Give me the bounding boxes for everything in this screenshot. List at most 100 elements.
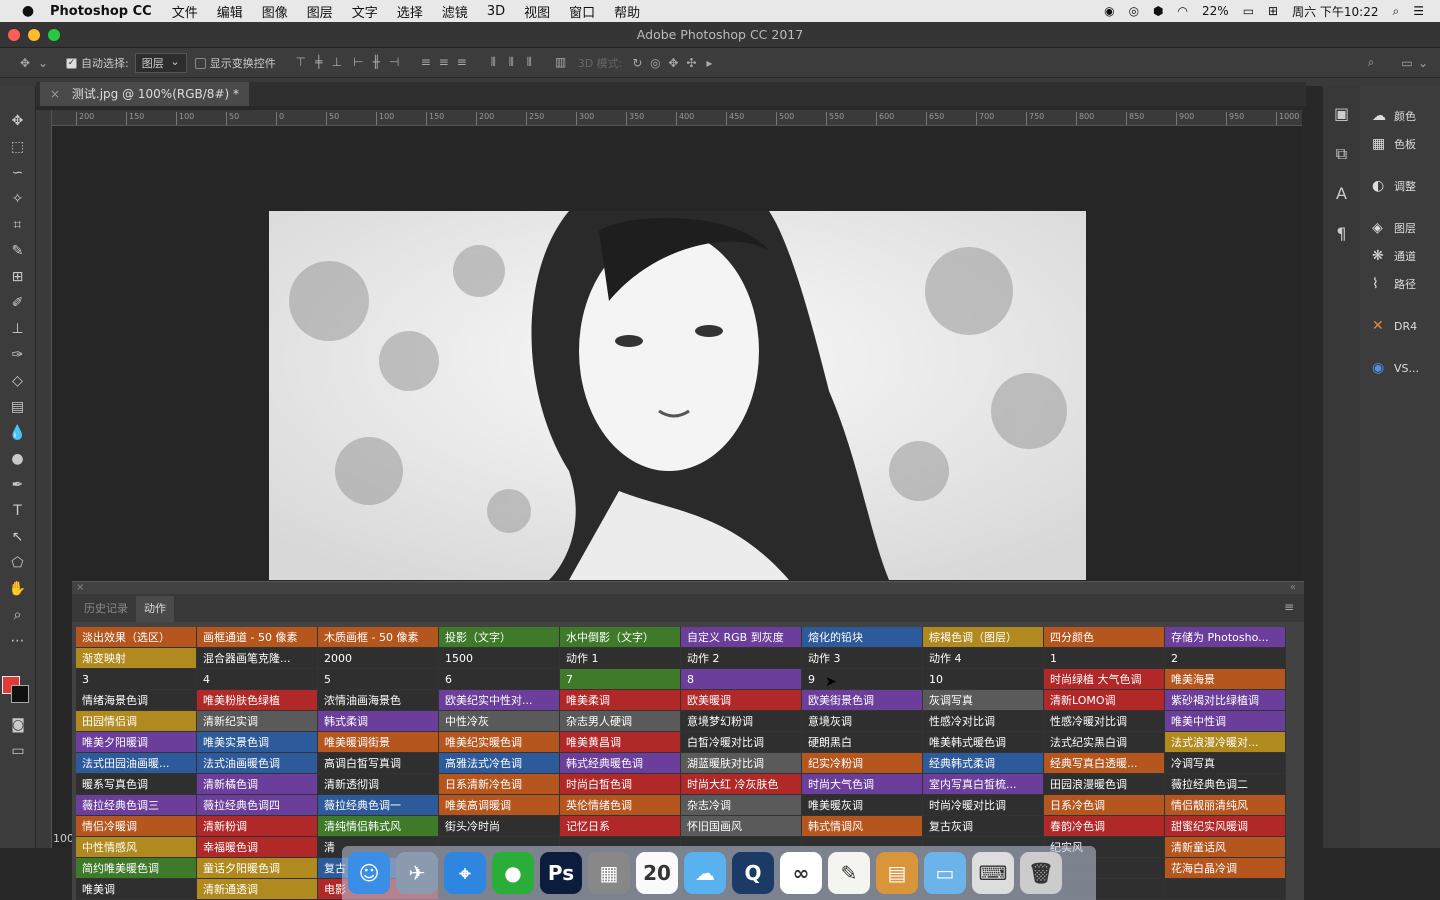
calculator-icon[interactable]: ▦ — [588, 852, 630, 894]
transform-controls-checkbox[interactable] — [194, 56, 210, 69]
keyboard-icon[interactable]: ⌨ — [972, 852, 1014, 894]
type-tool-icon[interactable]: T — [0, 498, 35, 524]
notification-center-icon[interactable]: ☰ — [1413, 4, 1424, 18]
action-button[interactable]: 情侣靓丽清纯风 — [1165, 795, 1286, 816]
battery-icon[interactable]: ▭ — [1243, 4, 1254, 18]
action-button[interactable]: 性感冷暖对比调 — [1044, 711, 1165, 732]
action-button[interactable]: 清新通透调 — [197, 879, 318, 900]
action-button[interactable]: 淡出效果（选区） — [76, 627, 197, 648]
action-button[interactable]: 田园情侣调 — [76, 711, 197, 732]
quick-mask-icon[interactable]: ◙ — [0, 712, 36, 738]
hand-tool-icon[interactable]: ✋ — [0, 576, 35, 602]
auto-align-icon[interactable]: ▥ — [552, 55, 570, 69]
panel-adjustments[interactable]: ◐ 调整 — [1360, 172, 1440, 200]
archive-icon[interactable]: ▤ — [876, 852, 918, 894]
action-button[interactable]: 花海白晶冷调 — [1165, 858, 1286, 879]
action-button[interactable]: 欧美暖调 — [681, 690, 802, 711]
action-button[interactable]: 春韵冷色调 — [1044, 816, 1165, 837]
magic-wand-tool-icon[interactable]: ✧ — [0, 186, 35, 212]
action-button[interactable]: 童话夕阳暖色调 — [197, 858, 318, 879]
distribute-vcenter-icon[interactable]: ≡ — [435, 55, 453, 69]
action-button[interactable]: 意境灰调 — [802, 711, 923, 732]
action-button[interactable]: 硬朗黑白 — [802, 732, 923, 753]
action-button[interactable]: 高雅法式冷色调 — [439, 753, 560, 774]
action-button[interactable]: 街头冷时尚 — [439, 816, 560, 837]
action-button[interactable]: 四分颜色 — [1044, 627, 1165, 648]
cloud-icon[interactable]: ☁ — [684, 852, 726, 894]
panel-swatches[interactable]: ▦ 色板 — [1360, 130, 1440, 158]
panel-paths[interactable]: ⌇ 路径 — [1360, 270, 1440, 298]
calendar-icon[interactable]: 20 — [636, 852, 678, 894]
action-button[interactable]: 清新透彻调 — [318, 774, 439, 795]
action-button[interactable]: 杂志男人硬调 — [560, 711, 681, 732]
action-button[interactable]: 动作 2 — [681, 648, 802, 669]
action-button[interactable]: 法式油画暖色调 — [197, 753, 318, 774]
action-button[interactable]: 2 — [1165, 648, 1286, 669]
panel-menu-icon[interactable]: ≡ — [1284, 600, 1294, 614]
action-button[interactable]: 棕褐色调（图层） — [923, 627, 1044, 648]
3d-rotate-icon[interactable]: ↻ — [628, 56, 646, 70]
action-button[interactable]: 动作 3 — [802, 648, 923, 669]
eyedropper-tool-icon[interactable]: ✎ — [0, 238, 35, 264]
action-button[interactable]: 简约唯美暖色调 — [76, 858, 197, 879]
action-button[interactable]: 韩式经典暖色调 — [560, 753, 681, 774]
marquee-tool-icon[interactable]: ⬚ — [0, 134, 35, 160]
zoom-readout[interactable]: 100 — [53, 832, 74, 845]
align-vcenter-icon[interactable]: ╪ — [310, 55, 328, 69]
action-button[interactable]: 渐变映射 — [76, 648, 197, 669]
action-button[interactable]: 薇拉经典色调三 — [76, 795, 197, 816]
action-button[interactable]: 唯美黄昌调 — [560, 732, 681, 753]
action-button[interactable]: 薇拉经典色调四 — [197, 795, 318, 816]
wifi-icon[interactable]: ◠ — [1178, 4, 1188, 18]
action-button[interactable]: 时尚白皙色调 — [560, 774, 681, 795]
action-button[interactable]: 唯美韩式暖色调 — [923, 732, 1044, 753]
action-button[interactable]: 欧美纪实中性对... — [439, 690, 560, 711]
action-button[interactable]: 清新LOMO调 — [1044, 690, 1165, 711]
action-button[interactable]: 复古灰调 — [923, 816, 1044, 837]
action-button[interactable]: 中性情感风 — [76, 837, 197, 858]
action-button[interactable]: 法式田园油画暖... — [76, 753, 197, 774]
action-button[interactable]: 法式纪实黑白调 — [1044, 732, 1165, 753]
blur-tool-icon[interactable]: 💧 — [0, 420, 35, 446]
action-button[interactable]: 唯美高调暖调 — [439, 795, 560, 816]
action-button[interactable]: 动作 1 — [560, 648, 681, 669]
action-button[interactable]: 经典写真白透暖... — [1044, 753, 1165, 774]
align-bottom-icon[interactable]: ⊥ — [328, 55, 346, 69]
action-button[interactable]: 时尚大气色调 — [802, 774, 923, 795]
action-button[interactable]: 英伦情绪色调 — [560, 795, 681, 816]
auto-select-checkbox[interactable]: ✓ — [66, 56, 81, 69]
action-button[interactable]: 清新橘色调 — [197, 774, 318, 795]
apple-icon[interactable]: ● — [18, 3, 38, 19]
lasso-tool-icon[interactable]: ∽ — [0, 160, 35, 186]
action-button[interactable]: 情绪海景色调 — [76, 690, 197, 711]
zoom-tool-icon[interactable]: ⌕ — [0, 602, 35, 628]
action-button[interactable]: 纪实冷粉调 — [802, 753, 923, 774]
panel-color[interactable]: ☁ 颜色 — [1360, 102, 1440, 130]
action-button[interactable]: 唯美粉肤色绿植 — [197, 690, 318, 711]
document-tab[interactable]: × 测试.jpg @ 100%(RGB/8#) * — [40, 82, 249, 106]
background-color-swatch[interactable] — [11, 685, 29, 703]
action-button[interactable]: 4 — [197, 669, 318, 690]
action-button[interactable]: 投影（文字） — [439, 627, 560, 648]
menu-layer[interactable]: 图层 — [307, 2, 333, 21]
action-button[interactable]: 清新纪实调 — [197, 711, 318, 732]
action-button[interactable]: 清纯情侣韩式风 — [318, 816, 439, 837]
screen-mode-icon[interactable]: ▭ — [0, 738, 36, 764]
properties-icon[interactable]: ⧉ — [1323, 134, 1360, 174]
align-right-icon[interactable]: ⊣ — [385, 55, 403, 69]
action-button[interactable]: 湖蓝暖肤对比调 — [681, 753, 802, 774]
brush-tool-icon[interactable]: ✐ — [0, 290, 35, 316]
action-button[interactable]: 唯美柔调 — [560, 690, 681, 711]
action-button[interactable]: 水中倒影（文字） — [560, 627, 681, 648]
action-button[interactable]: 动作 4 — [923, 648, 1044, 669]
action-button[interactable]: 唯美实景色调 — [197, 732, 318, 753]
pen-tool-icon[interactable]: ✒ — [0, 472, 35, 498]
action-button[interactable]: 室内写真白皙梳... — [923, 774, 1044, 795]
menu-type[interactable]: 文字 — [352, 2, 378, 21]
finder-icon[interactable]: ☺ — [348, 852, 390, 894]
healing-tool-icon[interactable]: ⊞ — [0, 264, 35, 290]
distribute-left-icon[interactable]: ⦀ — [484, 55, 502, 70]
align-top-icon[interactable]: ⊤ — [292, 55, 310, 69]
action-button[interactable]: 木质画框 - 50 像素 — [318, 627, 439, 648]
action-button[interactable]: 自定义 RGB 到灰度 — [681, 627, 802, 648]
